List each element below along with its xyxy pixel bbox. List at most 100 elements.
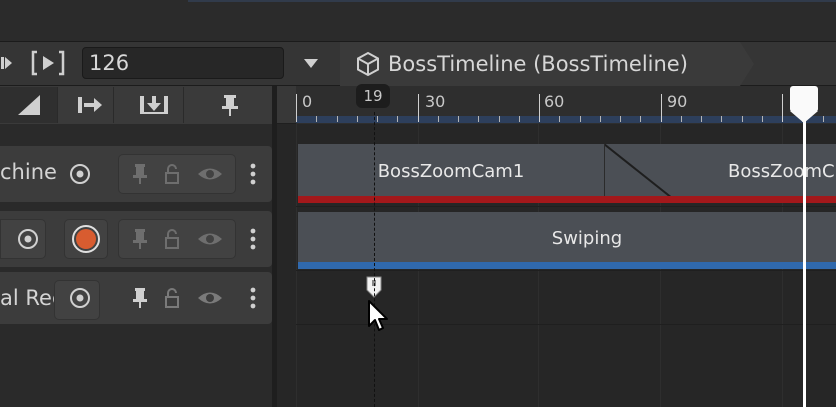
more-menu-button[interactable]: [244, 225, 262, 253]
ruler-minor-tick: [681, 116, 682, 122]
clip-boss-zoom-cam-1[interactable]: BossZoomCam1: [298, 144, 604, 198]
ruler-major-tick: [782, 94, 783, 122]
cube-icon: [357, 51, 379, 77]
pin-track-button[interactable]: [128, 284, 152, 312]
ruler-label-90: 90: [667, 92, 688, 111]
more-menu-button[interactable]: [244, 284, 262, 312]
track-header-cinemachine[interactable]: chine: [0, 146, 272, 202]
ruler-label-30: 30: [425, 92, 446, 111]
breadcrumb-label: BossTimeline (BossTimeline): [388, 52, 688, 76]
clip-blend[interactable]: [604, 144, 672, 198]
timeline-dropdown-button[interactable]: [293, 47, 329, 79]
clip-swiping[interactable]: Swiping: [298, 212, 836, 264]
visibility-button[interactable]: [194, 225, 226, 253]
cinemachine-track-bar: [298, 196, 836, 203]
ruler-minor-tick: [580, 116, 581, 122]
track-name: chine: [0, 160, 57, 184]
pin-icon: [222, 95, 238, 116]
ease-button[interactable]: [0, 87, 58, 123]
mouse-pointer-icon: [368, 300, 392, 334]
ease-icon: [17, 95, 40, 115]
window-top-bar: [0, 0, 836, 42]
pin-icon: [133, 288, 147, 308]
pin-icon: [133, 229, 147, 249]
ruler-minor-tick: [600, 116, 601, 122]
kebab-menu-icon: [250, 163, 256, 185]
ruler-major-tick: [296, 94, 297, 122]
ruler-minor-tick: [438, 116, 439, 122]
ruler-minor-tick: [701, 116, 702, 122]
ruler-minor-tick: [397, 116, 398, 122]
snap-right-icon: [77, 97, 102, 113]
snap-down-button[interactable]: [124, 87, 184, 123]
hover-time-badge: 19: [356, 84, 390, 108]
ruler-minor-tick: [620, 116, 621, 122]
ruler-major-tick: [661, 94, 662, 122]
pin-track-button[interactable]: [128, 160, 152, 188]
chevron-down-icon: [304, 58, 318, 68]
ruler-label-60: 60: [544, 92, 565, 111]
clip-label: BossZoomC: [728, 160, 835, 182]
ruler-minor-tick: [478, 116, 479, 122]
current-frame-field[interactable]: 126: [82, 47, 284, 79]
ruler-minor-tick: [499, 116, 500, 122]
lane-separator: [296, 270, 836, 271]
pin-icon: [133, 164, 147, 184]
ruler-minor-tick: [721, 116, 722, 122]
ruler-major-tick: [539, 94, 540, 122]
lock-icon: [165, 164, 179, 184]
lock-button[interactable]: [160, 160, 184, 188]
visibility-button[interactable]: [194, 160, 226, 188]
play-range-icon: [31, 50, 65, 76]
target-icon: [70, 288, 90, 308]
lock-button[interactable]: [160, 284, 184, 312]
clip-boss-zoom-cam-2[interactable]: BossZoomC: [672, 144, 836, 198]
ruler-minor-tick: [742, 116, 743, 122]
next-frame-button[interactable]: [0, 47, 14, 79]
ruler-minor-tick: [316, 116, 317, 122]
ruler-minor-tick: [357, 116, 358, 122]
play-range-button[interactable]: [28, 47, 68, 79]
breadcrumb-arrow: [740, 42, 754, 86]
ruler-minor-tick: [640, 116, 641, 122]
target-icon: [18, 229, 38, 249]
eye-icon: [198, 233, 222, 245]
snap-down-icon: [139, 96, 168, 114]
lock-icon: [165, 229, 179, 249]
ruler-minor-tick: [458, 116, 459, 122]
target-button[interactable]: [66, 284, 94, 312]
pin-button[interactable]: [200, 87, 260, 123]
blend-icon: [604, 144, 672, 198]
playhead-handle-tip: [790, 111, 818, 123]
breadcrumb[interactable]: BossTimeline (BossTimeline): [340, 42, 740, 86]
ruler-label-0: 0: [302, 92, 313, 111]
ruler-minor-tick: [377, 116, 378, 122]
ruler-minor-tick: [823, 116, 824, 122]
snap-right-button[interactable]: [66, 87, 114, 123]
target-icon: [70, 164, 90, 184]
lane-separator: [296, 206, 836, 207]
ruler-minor-tick: [337, 116, 338, 122]
lock-icon: [165, 288, 179, 308]
step-icon: [1, 57, 12, 69]
kebab-menu-icon: [250, 228, 256, 250]
clip-label: BossZoomCam1: [377, 160, 525, 182]
ruler-minor-tick: [559, 116, 560, 122]
target-button[interactable]: [66, 160, 94, 188]
playhead-line[interactable]: [803, 92, 806, 407]
more-menu-button[interactable]: [244, 160, 262, 188]
playhead-handle[interactable]: [790, 86, 818, 112]
ruler-major-tick: [418, 94, 419, 122]
record-icon: [72, 225, 100, 253]
target-button[interactable]: [14, 225, 42, 253]
animation-track-bar: [298, 262, 836, 269]
grid-line: [296, 124, 297, 407]
record-button[interactable]: [70, 224, 102, 254]
kebab-menu-icon: [250, 287, 256, 309]
ruler-minor-tick: [519, 116, 520, 122]
lock-button[interactable]: [160, 225, 184, 253]
visibility-button[interactable]: [194, 284, 226, 312]
track-header-animation[interactable]: [0, 211, 272, 267]
pin-track-button[interactable]: [128, 225, 152, 253]
track-header-signal[interactable]: al Rec: [0, 272, 272, 324]
